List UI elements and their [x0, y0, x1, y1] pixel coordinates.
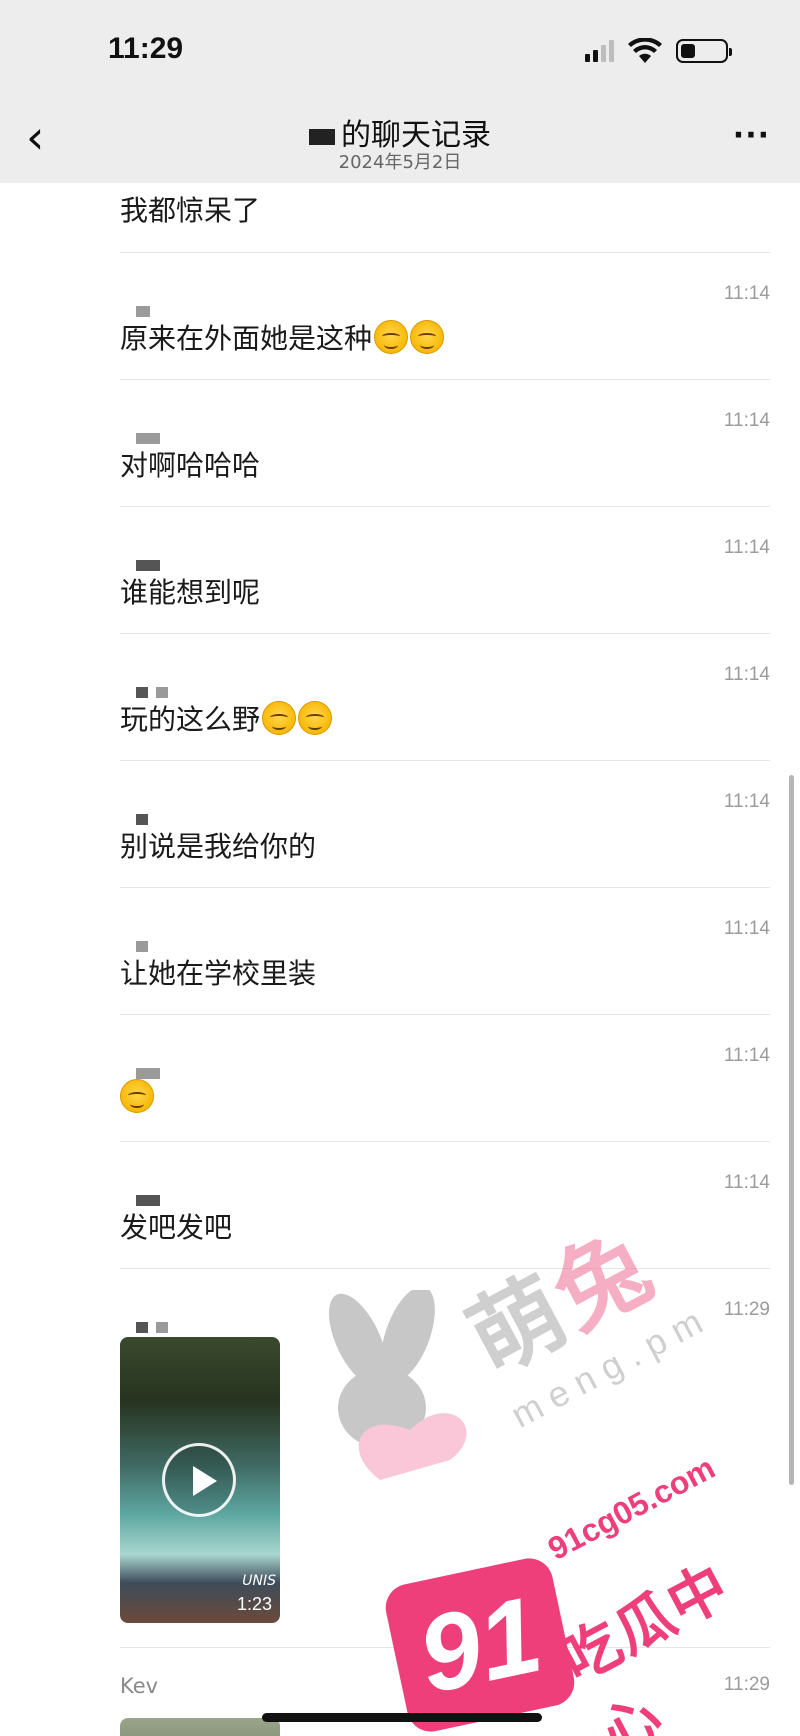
message-item[interactable]: 我都惊呆了 — [120, 183, 770, 253]
redacted-sender — [136, 814, 148, 825]
message-text: 发吧发吧 — [120, 1211, 233, 1244]
scrollbar[interactable] — [789, 775, 794, 1485]
redacted-sender — [136, 687, 148, 698]
message-item[interactable]: 11:14 别说是我给你的 — [120, 761, 770, 888]
home-indicator[interactable] — [262, 1713, 542, 1722]
play-icon[interactable] — [162, 1443, 236, 1517]
smile-emoji-icon — [374, 320, 409, 354]
sender-name — [136, 1317, 176, 1336]
redacted-sender — [136, 1322, 148, 1333]
message-time: 11:14 — [723, 410, 770, 431]
redacted-sender — [136, 306, 150, 317]
status-time: 11:29 — [108, 32, 184, 65]
sender-name: Kev — [120, 1674, 159, 1698]
redacted-sender — [136, 560, 160, 571]
chat-date: 2024年5月2日 — [338, 152, 462, 173]
redacted-sender — [156, 1322, 168, 1333]
redacted-sender — [136, 1068, 160, 1079]
message-time: 11:14 — [723, 918, 770, 939]
more-icon[interactable]: ··· — [733, 118, 770, 153]
redacted-sender — [156, 687, 168, 698]
video-duration: 1:23 — [236, 1594, 272, 1614]
cellular-signal-icon — [585, 40, 614, 62]
redacted-sender — [136, 1195, 160, 1206]
message-item[interactable]: 11:14 对啊哈哈哈 — [120, 380, 770, 507]
message-item[interactable]: 11:14 谁能想到呢 — [120, 507, 770, 634]
video-thumbnail[interactable]: UNIS 1:23 — [120, 1337, 280, 1623]
message-item[interactable]: 11:14 玩的这么野 — [120, 634, 770, 761]
wink-emoji-icon — [120, 1079, 154, 1113]
message-time: 11:14 — [723, 537, 770, 558]
smile-emoji-icon — [262, 701, 297, 735]
message-text: 原来在外面她是这种 — [120, 317, 445, 357]
message-text: 玩的这么野 — [120, 698, 333, 738]
message-text: 让她在学校里装 — [120, 957, 317, 990]
message-time: 11:14 — [723, 791, 770, 812]
message-time: 11:14 — [723, 664, 770, 685]
message-time: 11:29 — [723, 1299, 770, 1320]
message-time: 11:14 — [723, 283, 770, 304]
video-logo: UNIS — [242, 1573, 276, 1589]
message-text: 对啊哈哈哈 — [120, 449, 261, 482]
redacted-name — [309, 128, 335, 145]
message-time: 11:14 — [723, 1172, 770, 1193]
message-item[interactable]: 11:14 让她在学校里装 — [120, 888, 770, 1015]
message-text: 谁能想到呢 — [120, 576, 261, 609]
message-text: 别说是我给你的 — [120, 830, 317, 863]
smile-emoji-icon — [410, 320, 445, 354]
wifi-icon — [628, 38, 662, 63]
message-item[interactable]: 11:14 原来在外面她是这种 — [120, 253, 770, 380]
status-bar: 11:29 — [0, 0, 800, 100]
image-thumbnail[interactable] — [120, 1718, 280, 1736]
redacted-sender — [136, 433, 160, 444]
message-time: 11:14 — [723, 1045, 770, 1066]
message-text — [120, 1079, 154, 1114]
battery-icon — [676, 39, 732, 63]
message-text: 我都惊呆了 — [120, 194, 261, 227]
status-icons — [585, 38, 732, 64]
redacted-sender — [136, 941, 148, 952]
message-item[interactable]: 11:14 — [120, 1015, 770, 1142]
smile-emoji-icon — [298, 701, 333, 735]
nav-bar: ‹ 的聊天记录 2024年5月2日 ··· — [0, 100, 800, 183]
